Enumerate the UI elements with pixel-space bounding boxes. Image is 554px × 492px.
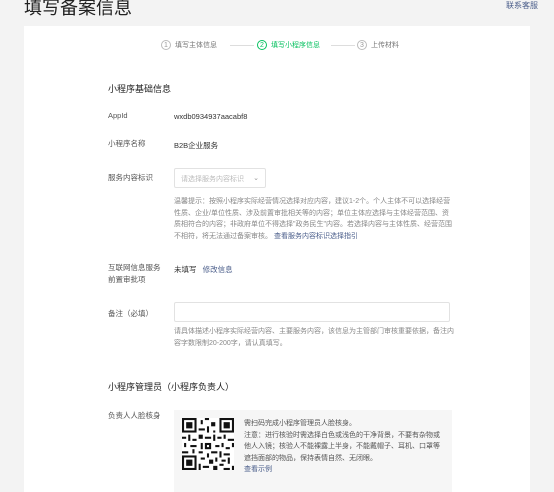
appid-label: AppId [108, 111, 128, 120]
remark-input[interactable] [174, 302, 450, 322]
view-example-link[interactable]: 查看示例 [244, 464, 444, 476]
service-select-placeholder: 请选择服务内容标识 [181, 176, 244, 183]
page-title: 填写备案信息 [24, 0, 132, 18]
service-select[interactable]: 请选择服务内容标识 ⌄ [174, 168, 266, 188]
permit-label: 互联网信息服务 前置审批项 [108, 262, 161, 286]
service-label: 服务内容标识 [108, 173, 153, 182]
permit-edit-link[interactable]: 修改信息 [203, 265, 233, 274]
step-3-label: 上传材料 [371, 42, 399, 49]
step-1-label: 填写主体信息 [175, 42, 217, 49]
permit-value: 未填写 [174, 265, 197, 274]
form-card: 1 填写主体信息 2 填写小程序信息 3 上传材料 小程序基础信息 AppId … [24, 26, 530, 492]
step-2-number: 2 [257, 40, 267, 50]
step-1: 1 填写主体信息 [161, 40, 217, 50]
permit-label-line-2: 前置审批项 [108, 275, 146, 284]
step-3: 3 上传材料 [357, 40, 399, 50]
contact-support-link[interactable]: 联系客服 [506, 0, 538, 11]
qr-code-icon [182, 418, 234, 470]
step-divider [230, 45, 254, 46]
step-3-number: 3 [357, 40, 367, 50]
step-2: 2 填写小程序信息 [257, 40, 320, 50]
face-verify-text: 需扫码完成小程序管理员人脸核身。 注意：进行核验时需选择白色或浅色的干净背景，不… [244, 418, 444, 476]
step-2-label: 填写小程序信息 [271, 42, 320, 49]
permit-label-line-1: 互联网信息服务 [108, 263, 161, 272]
name-value: B2B企业服务 [174, 141, 219, 150]
face-verify-note: 注意：进行核验时需选择白色或浅色的干净背景，不要有杂物或他人入镜；核验人不能裸露… [244, 431, 440, 462]
appid-value: wxdb0934937aacabf8 [174, 112, 248, 121]
face-verify-title: 需扫码完成小程序管理员人脸核身。 [244, 420, 356, 427]
face-verify-label: 负责人人脸核身 [108, 411, 161, 420]
step-divider [331, 45, 355, 46]
remark-hint: 请具体描述小程序实际经营内容、主要服务内容，该信息为主管部门审核重要依据，备注内… [174, 328, 454, 347]
section-title-basic: 小程序基础信息 [108, 84, 172, 94]
permit-value-row: 未填写 修改信息 [174, 264, 233, 275]
service-guide-link[interactable]: 查看服务内容标识选择指引 [274, 233, 358, 240]
service-hint: 温馨提示：按照小程序实际经营情况选择对应内容，建议1-2个。个人主体不可以选择经… [174, 196, 454, 242]
section-title-admin: 小程序管理员（小程序负责人） [108, 382, 235, 392]
step-1-number: 1 [161, 40, 171, 50]
chevron-down-icon: ⌄ [253, 175, 259, 182]
remark-label: 备注（必填） [108, 309, 153, 318]
name-label: 小程序名称 [108, 139, 146, 148]
face-verify-panel: 需扫码完成小程序管理员人脸核身。 注意：进行核验时需选择白色或浅色的干净背景，不… [174, 410, 452, 492]
step-indicator: 1 填写主体信息 2 填写小程序信息 3 上传材料 [24, 40, 530, 52]
